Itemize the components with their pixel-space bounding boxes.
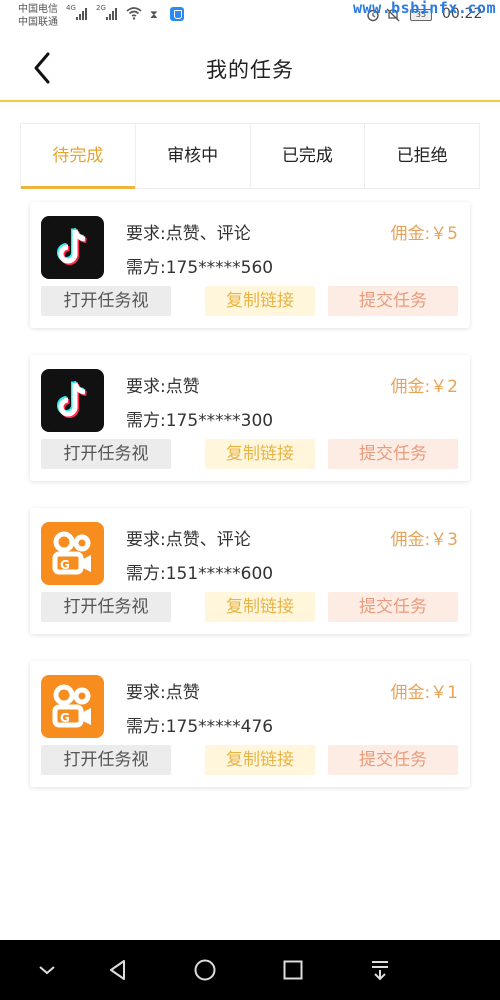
page-title: 我的任务	[206, 58, 294, 82]
task-requirement: 要求:点赞、评论	[126, 530, 251, 550]
carrier-1: 中国电信	[18, 4, 58, 15]
svg-text:G: G	[60, 558, 70, 572]
back-triangle-icon[interactable]	[106, 958, 130, 982]
svg-text:G: G	[60, 711, 70, 725]
network-type-1: 4G	[66, 4, 76, 12]
task-requirement: 要求:点赞	[126, 683, 200, 703]
tab-completed[interactable]: 已完成	[251, 124, 366, 188]
submit-task-button[interactable]: 提交任务	[328, 439, 458, 469]
task-buyer: 需方:175*****560	[126, 258, 274, 278]
submit-task-button[interactable]: 提交任务	[328, 286, 458, 316]
app-notification-icon	[170, 7, 184, 21]
task-reward: 佣金:￥5	[390, 224, 458, 244]
open-task-button[interactable]: 打开任务视	[41, 286, 171, 316]
home-circle-icon[interactable]	[193, 958, 217, 982]
signal-2-icon	[106, 8, 117, 20]
task-reward: 佣金:￥3	[390, 530, 458, 550]
task-card: G 要求:点赞 需方:175*****476 佣金:￥1 打开任务视 复制链接 …	[30, 661, 470, 787]
wifi-icon	[126, 7, 142, 20]
carrier-2: 中国联通	[18, 17, 58, 28]
task-buyer: 需方:175*****476	[126, 717, 274, 737]
task-list: 要求:点赞、评论 需方:175*****560 佣金:￥5 打开任务视 复制链接…	[30, 202, 470, 814]
task-buyer: 需方:151*****600	[126, 564, 274, 584]
signal-1-icon	[76, 8, 87, 20]
copy-link-button[interactable]: 复制链接	[205, 592, 315, 622]
task-card: 要求:点赞 需方:175*****300 佣金:￥2 打开任务视 复制链接 提交…	[30, 355, 470, 481]
tab-rejected[interactable]: 已拒绝	[365, 124, 479, 188]
copy-link-button[interactable]: 复制链接	[205, 439, 315, 469]
recents-square-icon[interactable]	[281, 958, 305, 982]
submit-task-button[interactable]: 提交任务	[328, 745, 458, 775]
tiktok-icon	[41, 369, 104, 432]
notification-pulldown-icon[interactable]	[368, 958, 392, 982]
open-task-button[interactable]: 打开任务视	[41, 439, 171, 469]
hourglass-icon: ⧗	[150, 8, 158, 21]
tab-pending[interactable]: 待完成	[21, 124, 136, 189]
task-reward: 佣金:￥1	[390, 683, 458, 703]
watermark: www.bsbinfx.com	[353, 0, 496, 17]
task-card: 要求:点赞、评论 需方:175*****560 佣金:￥5 打开任务视 复制链接…	[30, 202, 470, 328]
open-task-button[interactable]: 打开任务视	[41, 592, 171, 622]
task-card: G 要求:点赞、评论 需方:151*****600 佣金:￥3 打开任务视 复制…	[30, 508, 470, 634]
tiktok-icon	[41, 216, 104, 279]
chevron-down-icon[interactable]	[35, 958, 59, 982]
task-buyer: 需方:175*****300	[126, 411, 274, 431]
nav-bar: 我的任务	[0, 36, 500, 102]
network-type-2: 2G	[96, 4, 106, 12]
kuaishou-icon: G	[41, 675, 104, 738]
status-bar: 中国电信 中国联通 4G 2G ⧗ 35 00:22 www.bsbinfx.c…	[0, 0, 500, 36]
tab-reviewing[interactable]: 审核中	[136, 124, 251, 188]
copy-link-button[interactable]: 复制链接	[205, 745, 315, 775]
task-requirement: 要求:点赞	[126, 377, 200, 397]
submit-task-button[interactable]: 提交任务	[328, 592, 458, 622]
carrier-info: 中国电信 中国联通	[18, 3, 58, 29]
open-task-button[interactable]: 打开任务视	[41, 745, 171, 775]
kuaishou-icon: G	[41, 522, 104, 585]
copy-link-button[interactable]: 复制链接	[205, 286, 315, 316]
task-status-tabs: 待完成 审核中 已完成 已拒绝	[20, 123, 480, 189]
system-nav-bar	[0, 940, 500, 1000]
task-reward: 佣金:￥2	[390, 377, 458, 397]
task-requirement: 要求:点赞、评论	[126, 224, 251, 244]
